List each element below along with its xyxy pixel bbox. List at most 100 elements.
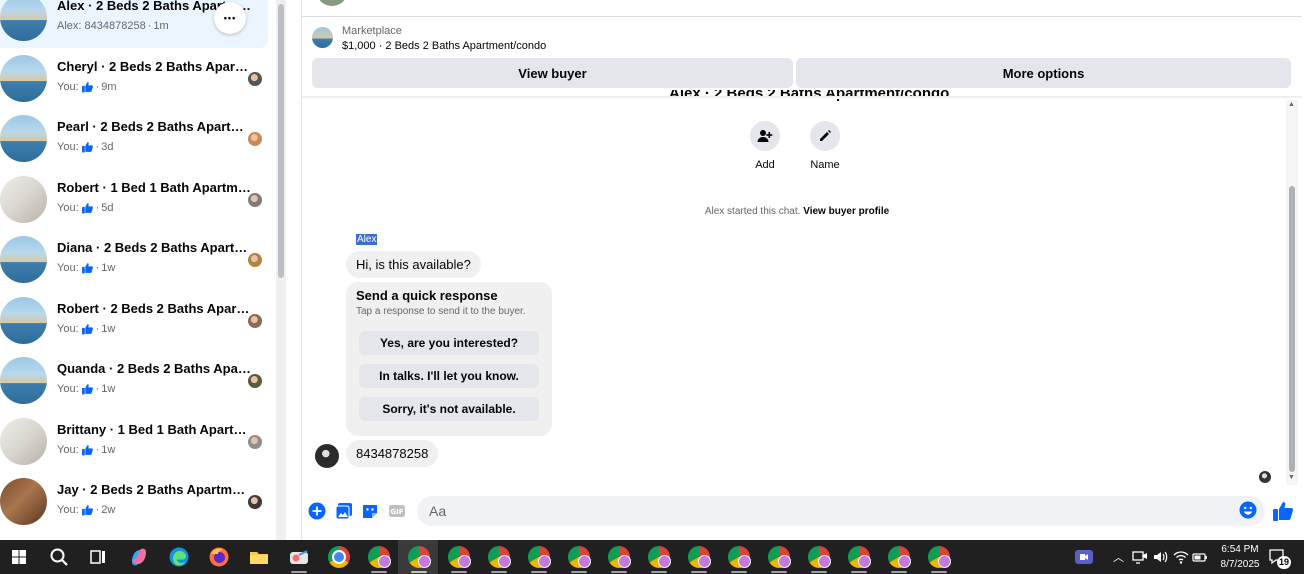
listing-title[interactable]: $1,000 · 2 Beds 2 Baths Apartment/condo [342,40,546,52]
thumbs-up-icon[interactable] [1272,500,1294,522]
thumbs-up-icon [81,202,93,213]
listing-thumbnail [0,236,47,283]
chrome-profile-icon[interactable] [528,546,550,568]
running-indicator [291,571,307,573]
task-view-icon[interactable] [87,546,109,568]
conversation-time: 1w [101,322,116,335]
quick-reply-button[interactable]: In talks. I'll let you know. [359,364,539,388]
running-indicator [811,571,827,573]
windows-start-icon[interactable] [8,546,30,568]
wifi-icon[interactable] [1173,549,1189,565]
seen-indicator-avatar [248,71,262,86]
listing-thumbnail [0,115,47,162]
chrome-profile-icon[interactable] [848,546,870,568]
chrome-profile-icon[interactable] [448,546,470,568]
name-button[interactable]: Name [800,121,850,171]
view-buyer-button[interactable]: View buyer [312,58,793,88]
search-icon[interactable] [48,546,70,568]
chrome-profile-icon[interactable] [768,546,790,568]
gif-icon[interactable]: GIF [388,502,406,520]
conversation-item[interactable]: Brittany · 1 Bed 1 Bath Apartment/condo Y… [0,412,268,472]
thumbs-up-icon [81,444,93,455]
preview-text: You: [57,201,79,214]
conversation-item[interactable]: Jay · 2 Beds 2 Baths Apartment/condo You:… [0,472,268,532]
conversation-item[interactable]: Robert · 2 Beds 2 Baths Apartment/condo Y… [0,291,268,351]
running-indicator [931,571,947,573]
scroll-down-arrow-icon[interactable]: ▼ [1288,474,1295,481]
listing-thumbnail [0,0,47,41]
view-buyer-profile-link[interactable]: View buyer profile [803,206,889,217]
chat-panel: Marketplace $1,000 · 2 Beds 2 Baths Apar… [301,0,1302,540]
chrome-profile-icon[interactable] [368,546,390,568]
notification-count-badge: 19 [1277,556,1291,569]
conversation-item[interactable]: Cheryl · 2 Beds 2 Baths Apartment/condo Y… [0,49,268,109]
chrome-profile-icon[interactable] [608,546,630,568]
chrome-profile-icon[interactable] [568,546,590,568]
volume-icon[interactable] [1152,549,1168,565]
conversation-time: 1w [101,262,116,274]
add-button[interactable]: Add [740,121,790,171]
conversation-item[interactable]: Robert · 1 Bed 1 Bath Apartment/condo You… [0,170,268,230]
listing-thumbnail[interactable] [312,27,333,48]
conversation-title: Pearl · 2 Beds 2 Baths Apartment/condo [57,119,252,134]
scroll-up-arrow-icon[interactable]: ▲ [1288,101,1295,108]
tray-overflow-chevron-icon[interactable]: ︿ [1113,549,1124,565]
conversation-item[interactable]: Quanda · 2 Beds 2 Baths Apartment/condo Y… [0,351,268,411]
conversation-time: 2w [101,504,116,516]
conversation-preview: You: · 1w [57,262,115,274]
chrome-profile-icon[interactable] [928,546,950,568]
chrome-profile-icon[interactable] [728,546,750,568]
battery-icon[interactable] [1192,549,1208,565]
separator-dot: · [95,383,100,395]
quick-response-title: Send a quick response [356,288,498,303]
plus-icon[interactable] [308,502,326,520]
add-person-icon [750,121,780,151]
windows-taskbar: ︿ 6:54 PM 8/7/2025 19 [0,540,1304,574]
listing-thumbnail [0,175,47,223]
conversation-item[interactable]: Pearl · 2 Beds 2 Baths Apartment/condo Yo… [0,109,268,169]
conversation-preview: You: · 1w [57,383,115,395]
meet-now-icon[interactable] [1132,549,1148,565]
chrome-profile-icon[interactable] [688,546,710,568]
sticker-icon[interactable] [361,502,379,520]
running-indicator [571,571,587,573]
clock-date[interactable]: 8/7/2025 [1212,559,1268,570]
preview-text: Alex: 8434878258 [57,20,146,32]
separator-dot: · [95,504,100,516]
photo-icon[interactable] [335,502,353,520]
file-explorer-icon[interactable] [248,546,270,568]
conversation-item[interactable]: Diana · 2 Beds 2 Baths Apartment/condo Yo… [0,230,268,290]
conversation-preview: You: · 5d [57,202,114,214]
conversation-list-scroll-thumb[interactable] [278,4,284,278]
more-options-button[interactable]: More options [796,58,1291,88]
seen-indicator-avatar [248,313,262,328]
copilot-icon[interactable] [128,546,150,568]
chrome-profile-icon[interactable] [648,546,670,568]
conversation-preview: You: · 3d [57,141,114,153]
chrome-icon[interactable] [328,546,350,568]
conversation-time: 1w [101,383,116,395]
thumbs-up-icon [81,263,93,274]
chrome-profile-icon[interactable] [408,546,430,568]
running-indicator [851,571,867,573]
meet-video-icon[interactable] [1074,548,1094,566]
pencil-icon [810,121,840,151]
quick-response-subtitle: Tap a response to send it to the buyer. [356,306,526,317]
more-actions-icon[interactable]: ••• [214,2,246,34]
conversation-item[interactable]: Alex · 2 Beds 2 Baths Apartment/condoAle… [0,0,268,48]
chrome-profile-icon[interactable] [488,546,510,568]
message-input[interactable] [417,496,1197,526]
edge-icon[interactable] [168,546,190,568]
quick-reply-button[interactable]: Sorry, it's not available. [359,397,539,421]
snipping-tool-icon[interactable] [288,546,310,568]
chrome-profile-icon[interactable] [888,546,910,568]
firefox-icon[interactable] [208,546,230,568]
conversation-title: Robert · 1 Bed 1 Bath Apartment/condo [57,179,252,195]
clock-time[interactable]: 6:54 PM [1212,544,1268,555]
quick-reply-button[interactable]: Yes, are you interested? [359,331,539,355]
chat-scroll-thumb[interactable] [1289,186,1295,472]
chrome-profile-icon[interactable] [808,546,830,568]
running-indicator [771,571,787,573]
avatar[interactable] [315,444,339,468]
emoji-icon[interactable] [1239,501,1257,519]
